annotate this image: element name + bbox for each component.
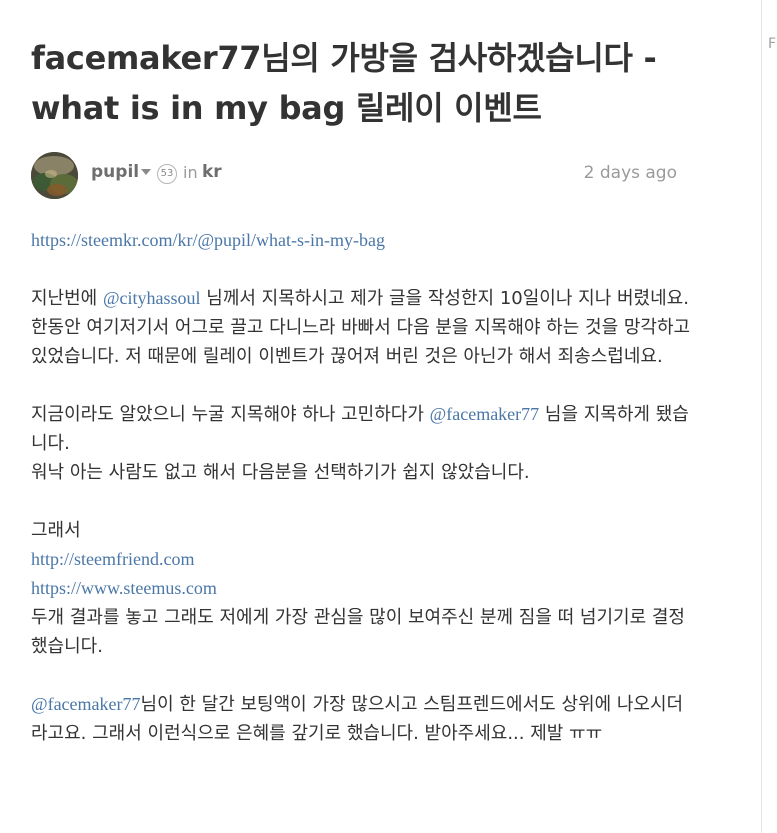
chevron-down-icon[interactable]: [141, 169, 151, 175]
sidebar-edge-text: F: [768, 36, 777, 52]
mention-cityhassoul[interactable]: @cityhassoul: [103, 288, 201, 308]
bag-post-link[interactable]: https://steemkr.com/kr/@pupil/what-s-in-…: [31, 230, 385, 250]
post-body: https://steemkr.com/kr/@pupil/what-s-in-…: [31, 226, 696, 748]
author-name-link[interactable]: pupil: [91, 162, 139, 182]
p3-intro: 그래서: [31, 520, 81, 541]
paragraph-link: https://steemkr.com/kr/@pupil/what-s-in-…: [31, 226, 696, 255]
in-label: in: [183, 163, 198, 182]
reputation-badge: 53: [157, 164, 177, 184]
paragraph-2: 지금이라도 알았으니 누굴 지목해야 하나 고민하다가 @facemaker77…: [31, 400, 696, 487]
paragraph-1: 지난번에 @cityhassoul 님께서 지목하시고 제가 글을 작성한지 1…: [31, 284, 696, 371]
steemfriend-link[interactable]: http://steemfriend.com: [31, 549, 194, 569]
p1-text-pre: 지난번에: [31, 288, 103, 309]
steemus-link[interactable]: https://www.steemus.com: [31, 578, 217, 598]
paragraph-4: @facemaker77님이 한 달간 보팅액이 가장 많으시고 스팀프렌드에서…: [31, 690, 696, 748]
post-title: facemaker77님의 가방을 검사하겠습니다 - what is in m…: [31, 39, 657, 127]
mention-facemaker77-2[interactable]: @facemaker77: [31, 694, 141, 714]
content-divider: [761, 0, 762, 833]
category-link[interactable]: kr: [202, 162, 222, 182]
p1-text-line2: 한동안 여기저기서 어그로 끌고 다니느라 바빠서 다음 분을 지목해야 하는 …: [31, 317, 691, 367]
post-author-row: pupil 53 in kr 2 days ago: [31, 150, 681, 200]
avatar[interactable]: [31, 152, 78, 199]
p2-text-line2: 워낙 아는 사람도 없고 해서 다음분을 선택하기가 쉽지 않았습니다.: [31, 462, 530, 483]
mention-facemaker77[interactable]: @facemaker77: [430, 404, 540, 424]
paragraph-3: 그래서 http://steemfriend.com https://www.ste…: [31, 516, 696, 661]
post-timestamp[interactable]: 2 days ago: [584, 163, 677, 183]
p3-text: 두개 결과를 놓고 그래도 저에게 가장 관심을 많이 보여주신 분께 짐을 떠…: [31, 607, 685, 657]
p2-text-pre: 지금이라도 알았으니 누굴 지목해야 하나 고민하다가: [31, 404, 430, 425]
p1-text-post: 님께서 지목하시고 제가 글을 작성한지 10일이나 지나 버렸네요.: [200, 288, 689, 309]
